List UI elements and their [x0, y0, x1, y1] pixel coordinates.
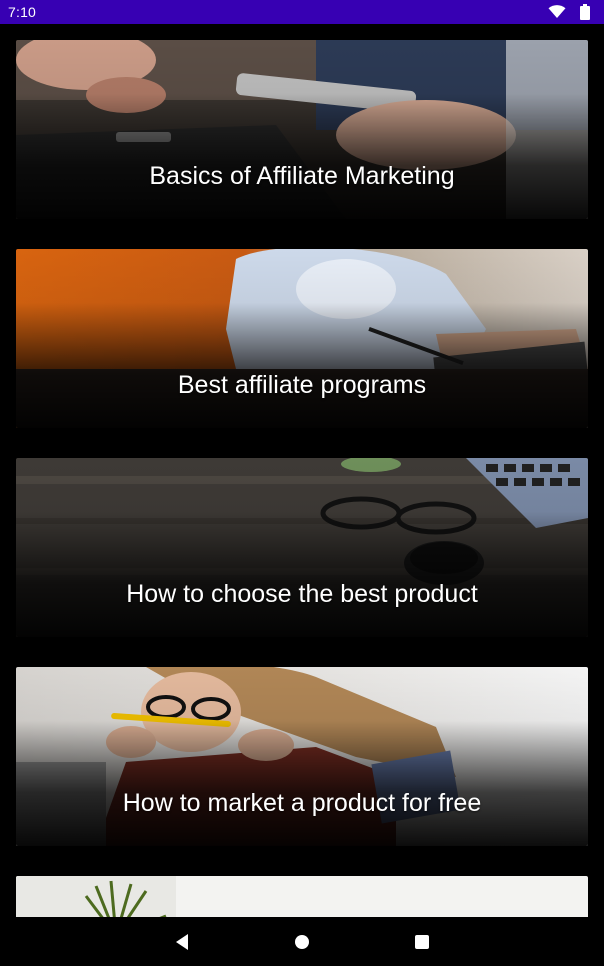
topic-title: Best affiliate programs: [177, 371, 427, 399]
topic-image: [16, 876, 588, 917]
topic-card-programs[interactable]: Best affiliate programs: [16, 249, 588, 428]
battery-icon: [580, 4, 590, 20]
topic-shade: [16, 458, 588, 637]
topic-shade: [16, 667, 588, 846]
wifi-icon: [548, 5, 566, 18]
topic-card-basics[interactable]: Basics of Affiliate Marketing: [16, 40, 588, 219]
topic-card-partial[interactable]: [16, 876, 588, 917]
recents-button[interactable]: [410, 930, 434, 954]
topic-shade: [16, 249, 588, 428]
home-icon: [295, 934, 309, 949]
topic-card-market-free[interactable]: How to market a product for free: [16, 667, 588, 846]
back-icon: [176, 933, 188, 950]
topic-title: How to market a product for free: [122, 789, 482, 817]
status-icons: [548, 4, 596, 20]
topic-shade: [16, 40, 588, 219]
topic-title: Basics of Affiliate Marketing: [149, 162, 455, 190]
navigation-bar: [0, 917, 604, 966]
recents-icon: [415, 934, 429, 949]
topic-list[interactable]: Basics of Affiliate Marketing Best affil…: [0, 24, 604, 917]
home-button[interactable]: [290, 930, 314, 954]
status-bar: 7:10: [0, 0, 604, 24]
topic-title: How to choose the best product: [126, 580, 478, 608]
status-time: 7:10: [8, 4, 37, 20]
topic-card-choose-product[interactable]: How to choose the best product: [16, 458, 588, 637]
back-button[interactable]: [170, 930, 194, 954]
